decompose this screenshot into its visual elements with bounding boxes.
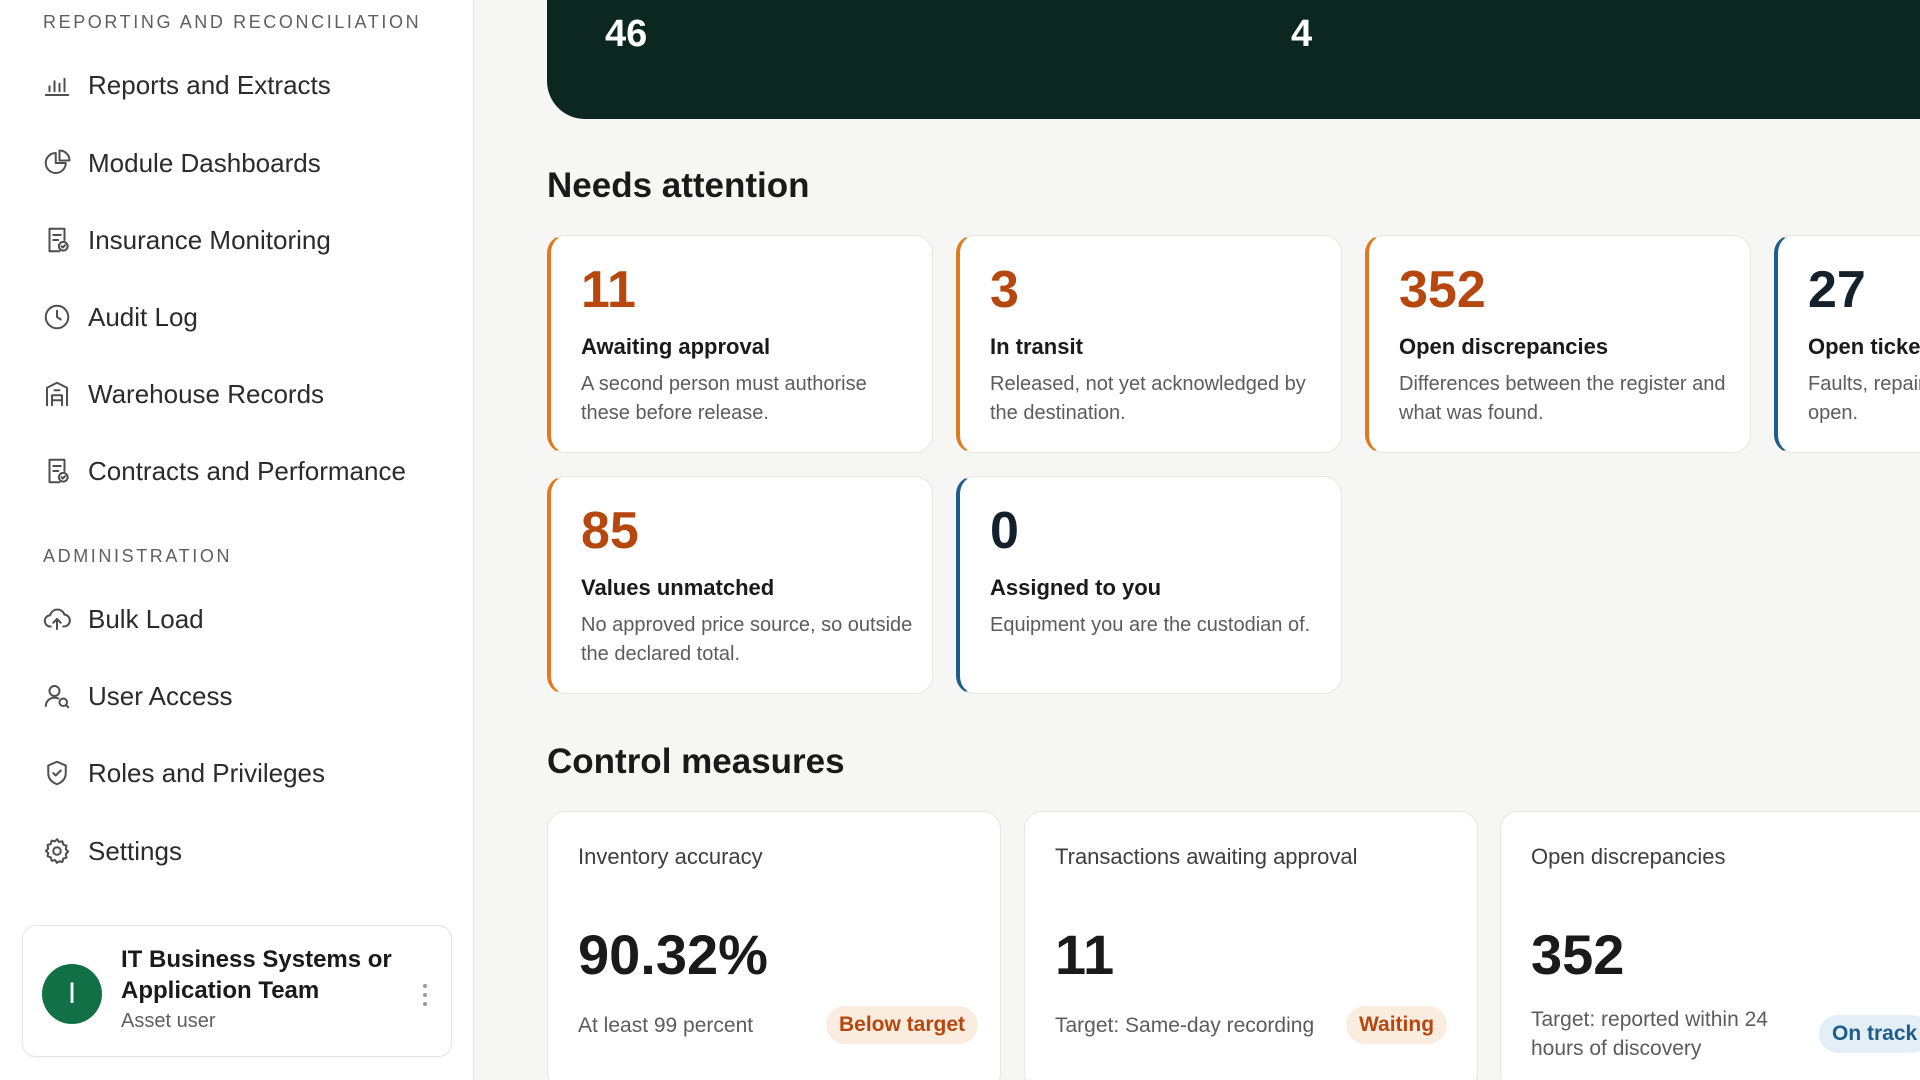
user-card[interactable]: I IT Business Systems or Application Tea… — [22, 925, 452, 1057]
sidebar-item-label: Audit Log — [88, 301, 198, 332]
sidebar-item-label: Warehouse Records — [88, 378, 325, 409]
control-title: Inventory accuracy — [578, 844, 763, 869]
warehouse-icon — [36, 379, 80, 409]
attention-title: Open tickets — [1808, 334, 1920, 359]
sidebar-item-label: Insurance Monitoring — [88, 224, 331, 255]
user-name: IT Business Systems or Application Team — [121, 946, 392, 1004]
section-heading-needs-attention: Needs attention — [547, 166, 810, 205]
more-options-icon[interactable] — [415, 980, 435, 1010]
document-check-icon — [36, 456, 80, 486]
sidebar-item-contracts-and-performance[interactable]: Contracts and Performance — [36, 441, 456, 501]
pie-chart-icon — [36, 148, 80, 178]
control-title: Open discrepancies — [1531, 844, 1726, 869]
sidebar-item-label: Module Dashboards — [88, 147, 321, 178]
user-search-icon — [36, 681, 80, 711]
user-role: Asset user — [121, 1010, 216, 1032]
sidebar-item-label: Reports and Extracts — [88, 69, 331, 100]
sidebar-item-bulk-load[interactable]: Bulk Load — [36, 589, 456, 649]
attention-card-awaiting-approval[interactable]: 11 Awaiting approval A second person mus… — [547, 235, 933, 453]
status-badge: Waiting — [1346, 1006, 1448, 1044]
document-check-icon — [36, 225, 80, 255]
control-value: 90.32% — [578, 923, 768, 986]
attention-card-in-transit[interactable]: 3 In transit Released, not yet acknowled… — [956, 235, 1342, 453]
sidebar-item-insurance-monitoring[interactable]: Insurance Monitoring — [36, 210, 456, 270]
section-label-administration: ADMINISTRATION — [43, 546, 233, 566]
status-badge: Below target — [826, 1006, 979, 1044]
attention-value: 85 — [581, 502, 639, 560]
control-title: Transactions awaiting approval — [1055, 844, 1358, 869]
section-label-reporting: REPORTING AND RECONCILIATION — [43, 12, 422, 32]
clock-icon — [36, 302, 80, 332]
banner-value: 4 — [1291, 13, 1313, 55]
sidebar-item-settings[interactable]: Settings — [36, 821, 456, 881]
section-heading-control-measures: Control measures — [547, 742, 845, 781]
summary-banner: 46 4 — [547, 0, 1920, 119]
control-card-open-discrepancies[interactable]: Open discrepancies 352 Target: reported … — [1500, 811, 1920, 1080]
control-target: At least 99 percent — [578, 1014, 754, 1037]
attention-description: Equipment you are the custodian of. — [990, 614, 1311, 636]
sidebar-item-audit-log[interactable]: Audit Log — [36, 287, 456, 347]
attention-title: Values unmatched — [581, 575, 775, 600]
control-value: 352 — [1531, 923, 1625, 986]
control-value: 11 — [1055, 923, 1115, 986]
attention-description: Differences between the register and wha… — [1399, 373, 1726, 424]
control-card-inventory-accuracy[interactable]: Inventory accuracy 90.32% At least 99 pe… — [547, 811, 1001, 1080]
sidebar-item-module-dashboards[interactable]: Module Dashboards — [36, 133, 456, 193]
sidebar: REPORTING AND RECONCILIATION Reports and… — [0, 0, 474, 1080]
attention-card-values-unmatched[interactable]: 85 Values unmatched No approved price so… — [547, 476, 933, 694]
sidebar-item-user-access[interactable]: User Access — [36, 666, 456, 726]
banner-value: 46 — [605, 13, 648, 55]
sidebar-item-reports-and-extracts[interactable]: Reports and Extracts — [36, 55, 456, 115]
attention-description: Faults, repairs and claims still open. — [1808, 373, 1920, 424]
status-badge: On track — [1819, 1015, 1920, 1053]
attention-card-open-tickets[interactable]: 27 Open tickets Faults, repairs and clai… — [1774, 235, 1920, 453]
sidebar-item-label: Settings — [88, 835, 182, 866]
sidebar-item-label: Bulk Load — [88, 603, 204, 634]
attention-title: Open discrepancies — [1399, 334, 1609, 359]
attention-title: In transit — [990, 334, 1083, 359]
sidebar-item-label: User Access — [88, 680, 233, 711]
avatar: I — [42, 964, 102, 1024]
gear-icon — [36, 836, 80, 866]
control-target: Target: Same-day recording — [1055, 1014, 1315, 1037]
sidebar-item-label: Contracts and Performance — [88, 455, 406, 486]
control-card-transactions-awaiting-approval[interactable]: Transactions awaiting approval 11 Target… — [1024, 811, 1478, 1080]
attention-description: No approved price source, so outside the… — [581, 614, 913, 665]
sidebar-item-label: Roles and Privileges — [88, 757, 326, 788]
sidebar-item-warehouse-records[interactable]: Warehouse Records — [36, 364, 456, 424]
sidebar-item-roles-and-privileges[interactable]: Roles and Privileges — [36, 743, 456, 803]
attention-card-open-discrepancies[interactable]: 352 Open discrepancies Differences betwe… — [1365, 235, 1751, 453]
attention-title: Assigned to you — [990, 575, 1162, 600]
attention-description: A second person must authorise these bef… — [581, 373, 867, 424]
attention-value: 3 — [990, 261, 1019, 319]
attention-description: Released, not yet acknowledged by the de… — [990, 373, 1306, 424]
attention-value: 352 — [1399, 261, 1486, 319]
attention-value: 11 — [581, 261, 636, 319]
bar-chart-icon — [36, 70, 80, 100]
cloud-upload-icon — [36, 604, 80, 634]
shield-check-icon — [36, 758, 80, 788]
attention-card-assigned-to-you[interactable]: 0 Assigned to you Equipment you are the … — [956, 476, 1342, 694]
attention-value: 0 — [990, 502, 1019, 560]
attention-title: Awaiting approval — [581, 334, 771, 359]
attention-value: 27 — [1808, 261, 1866, 319]
control-target: Target: reported within 24 hours of disc… — [1531, 1008, 1768, 1060]
